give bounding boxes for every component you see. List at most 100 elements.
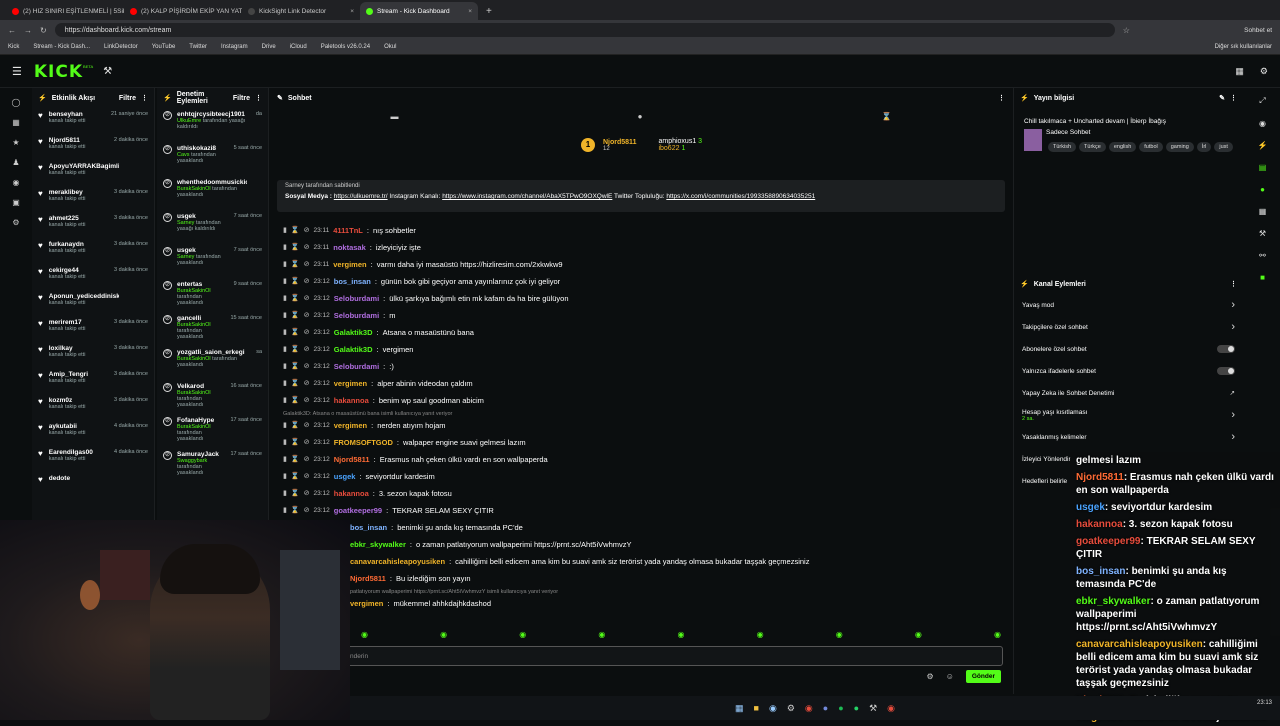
send-button[interactable]: Gönder [965, 670, 1001, 683]
stream-tag[interactable]: futbol [1139, 142, 1163, 152]
ban-icon[interactable]: ⊘ [304, 362, 310, 370]
emote-icon[interactable]: ◉ [915, 630, 922, 639]
obs-icon[interactable]: ◉ [887, 703, 895, 714]
url-field[interactable]: https://dashboard.kick.com/stream [54, 23, 1115, 37]
message-username[interactable]: Seloburdami [334, 362, 379, 371]
activity-item[interactable]: ♥ Njord5811 kanalı takip etti 2 dakika önce [32, 134, 154, 160]
bookmark-item[interactable]: Paletools v26.0.24 [321, 44, 370, 50]
share-icon[interactable]: ⚯ [1259, 251, 1266, 260]
channel-action[interactable]: Yavaş mod › [1014, 294, 1243, 316]
chat-message[interactable]: ▮ ⌛ ⊘ 23:12 Seloburdami: m [283, 307, 396, 323]
moderation-item[interactable]: ⊘ whenthedoommusickicl BurakSakinOl tarafı… [157, 176, 268, 210]
activity-item[interactable]: ♥ ApoyuYARRAKBagimlisiYapkanalı takip ett… [32, 160, 154, 186]
back-icon[interactable]: ← [8, 26, 16, 35]
delete-message-icon[interactable]: ▮ [283, 379, 287, 387]
timeout-icon[interactable]: ⌛ [291, 396, 300, 404]
delete-message-icon[interactable]: ▮ [283, 243, 287, 251]
delete-message-icon[interactable]: ▮ [283, 294, 287, 302]
forward-icon[interactable]: → [24, 26, 32, 35]
menu-icon[interactable]: ☰ [12, 65, 22, 78]
moderation-item[interactable]: ⊘ gancelli BurakSakinOl tarafından yasakla… [157, 312, 268, 346]
delete-message-icon[interactable]: ▮ [283, 328, 287, 336]
stream-tag[interactable]: just [1214, 142, 1233, 152]
message-username[interactable]: Galaktik3D [334, 345, 373, 354]
activity-username[interactable]: benseyhan [49, 111, 86, 118]
activity-item[interactable]: ♥ ahmet225 kanalı takip etti 3 dakika önce [32, 212, 154, 238]
bookmark-item[interactable]: YouTube [152, 44, 176, 50]
message-username[interactable]: Njord5811 [350, 574, 386, 583]
community-icon[interactable]: ◉ [13, 178, 20, 187]
delete-message-icon[interactable]: ▮ [283, 455, 287, 463]
stream-tag[interactable]: Türkçe [1079, 142, 1106, 152]
bookmark-item[interactable]: Instagram [221, 44, 248, 50]
folder-icon[interactable]: ■ [754, 703, 759, 713]
moderation-username[interactable]: gancelli [177, 315, 226, 322]
activity-username[interactable]: Aponun_yediceddinisken [49, 293, 119, 300]
activity-item[interactable]: ♥ Aponun_yediceddiniskenkanalı takip etti [32, 290, 154, 316]
delete-message-icon[interactable]: ▮ [283, 421, 287, 429]
channel-action[interactable]: Yasaklanmış kelimeler › [1014, 426, 1243, 448]
browser-tab[interactable]: Stream - Kick Dashboard × [360, 2, 478, 20]
more-icon[interactable]: ⋮ [141, 94, 148, 102]
profile-button[interactable]: Sohbet et [1244, 27, 1272, 34]
activity-item[interactable]: ♥ meraklibey kanalı takip etti 3 dakika önc… [32, 186, 154, 212]
chat-message[interactable]: canavarcahisleapoyusiken: cahilliğimi bel… [350, 553, 809, 569]
chat-message[interactable]: ▮ ⌛ ⊘ 23:12 hakannoa: benim wp saul goodman a… [283, 392, 484, 408]
timeout-icon[interactable]: ⌛ [291, 489, 300, 497]
chat-bubble-icon[interactable]: ● [638, 112, 643, 121]
bookmark-item[interactable]: LinkDetector [104, 44, 138, 50]
activity-username[interactable]: dedote [49, 475, 70, 482]
activity-item[interactable]: ♥ aykutabii kanalı takip etti 4 dakika önce [32, 420, 154, 446]
bookmark-item[interactable]: Okul [384, 44, 396, 50]
chat-message[interactable]: ▮ ⌛ ⊘ 23:12 bos_insan: günün bok gibi geçiyor… [283, 273, 560, 289]
chat-message[interactable]: ▮ ⌛ ⊘ 23:12 hakannoa:3. sezon kapak fotosu [283, 485, 452, 501]
delete-message-icon[interactable]: ▮ [283, 345, 287, 353]
windows-start-icon[interactable]: ▦ [735, 703, 744, 714]
trophy-icon[interactable]: ★ [12, 138, 19, 147]
clip-icon[interactable]: ▤ [1259, 163, 1267, 172]
chat-message[interactable]: ▮ ⌛ ⊘ 23:12 Galaktik3D: Atsana o masaüstünü b… [283, 324, 474, 340]
activity-username[interactable]: cekirge44 [49, 267, 86, 274]
message-username[interactable]: bos_insan [334, 277, 371, 286]
activity-item[interactable]: ♥ merirem17 kanalı takip etti 3 dakika önce [32, 316, 154, 342]
activity-username[interactable]: loxilkay [49, 345, 86, 352]
chat-message[interactable]: ebkr_skywalker: o zaman patlatıyorum wall… [350, 536, 632, 552]
ban-icon[interactable]: ⊘ [304, 294, 310, 302]
moderation-item[interactable]: ⊘ Velkarod BurakSakinOl tarafından yasakla… [157, 380, 268, 414]
gift-icon[interactable]: ■ [1260, 273, 1265, 282]
channel-action[interactable]: Yapay Zeka ile Sohbet Denetimi ↗ [1014, 382, 1243, 404]
chat-message[interactable]: Njord5811: Bu izlediğim son yayın [350, 570, 471, 586]
close-icon[interactable]: × [468, 8, 472, 15]
chrome-icon[interactable]: ◉ [805, 703, 813, 714]
discord-icon[interactable]: ● [823, 703, 828, 713]
reload-icon[interactable]: ↻ [40, 26, 47, 35]
message-username[interactable]: vergimen [334, 421, 367, 430]
activity-item[interactable]: ♥ Earendilgas00 kanalı takip etti 4 dakika … [32, 446, 154, 472]
flash-icon[interactable]: ⚡ [1258, 141, 1268, 150]
moderation-item[interactable]: ⊘ uthiskokazi8 Cavs tarafından yasaklandı 5… [157, 142, 268, 176]
hammer-icon[interactable]: ⚒ [103, 66, 112, 77]
chat-message[interactable]: ▮ ⌛ ⊘ 23:12 Njord5811: Erasmus nah çeken ülkü… [283, 451, 548, 467]
moderation-item[interactable]: ⊘ FofanaHype BurakSakinOl tarafından yasak… [157, 414, 268, 448]
steam-icon[interactable]: ⚙ [787, 703, 795, 714]
message-username[interactable]: vergimen [333, 260, 366, 269]
delete-message-icon[interactable]: ▮ [283, 438, 287, 446]
toggle-switch[interactable] [1217, 345, 1235, 353]
chat-message[interactable]: ▮ ⌛ ⊘ 23:12 FROMSOFTGOD: walpaper engine suav… [283, 434, 526, 450]
chat-message[interactable]: ▮ ⌛ ⊘ 23:11 4111TnL: nış sohbetler [283, 222, 416, 238]
delete-message-icon[interactable]: ▮ [283, 277, 287, 285]
trash-icon[interactable]: ▬ [391, 112, 399, 121]
ban-icon[interactable]: ⊘ [304, 260, 310, 268]
activity-username[interactable]: Earendilgas00 [49, 449, 93, 456]
timeout-icon[interactable]: ⌛ [291, 260, 300, 268]
bookmark-item[interactable]: Stream - Kick Dash... [33, 44, 90, 50]
activity-username[interactable]: merirem17 [49, 319, 86, 326]
emote-icon[interactable]: ◉ [440, 630, 447, 639]
stream-tag[interactable]: İrl [1196, 142, 1212, 152]
leader-top[interactable]: Njord5811 12 [603, 139, 636, 152]
moderation-username[interactable]: enhtqjrcysibteecj1901 [177, 111, 247, 118]
chat-more-icon[interactable]: ⋮ [998, 94, 1005, 102]
message-username[interactable]: vergimen [334, 379, 367, 388]
ban-icon[interactable]: ⊘ [304, 243, 310, 251]
moderation-username[interactable]: FofanaHype [177, 417, 226, 424]
